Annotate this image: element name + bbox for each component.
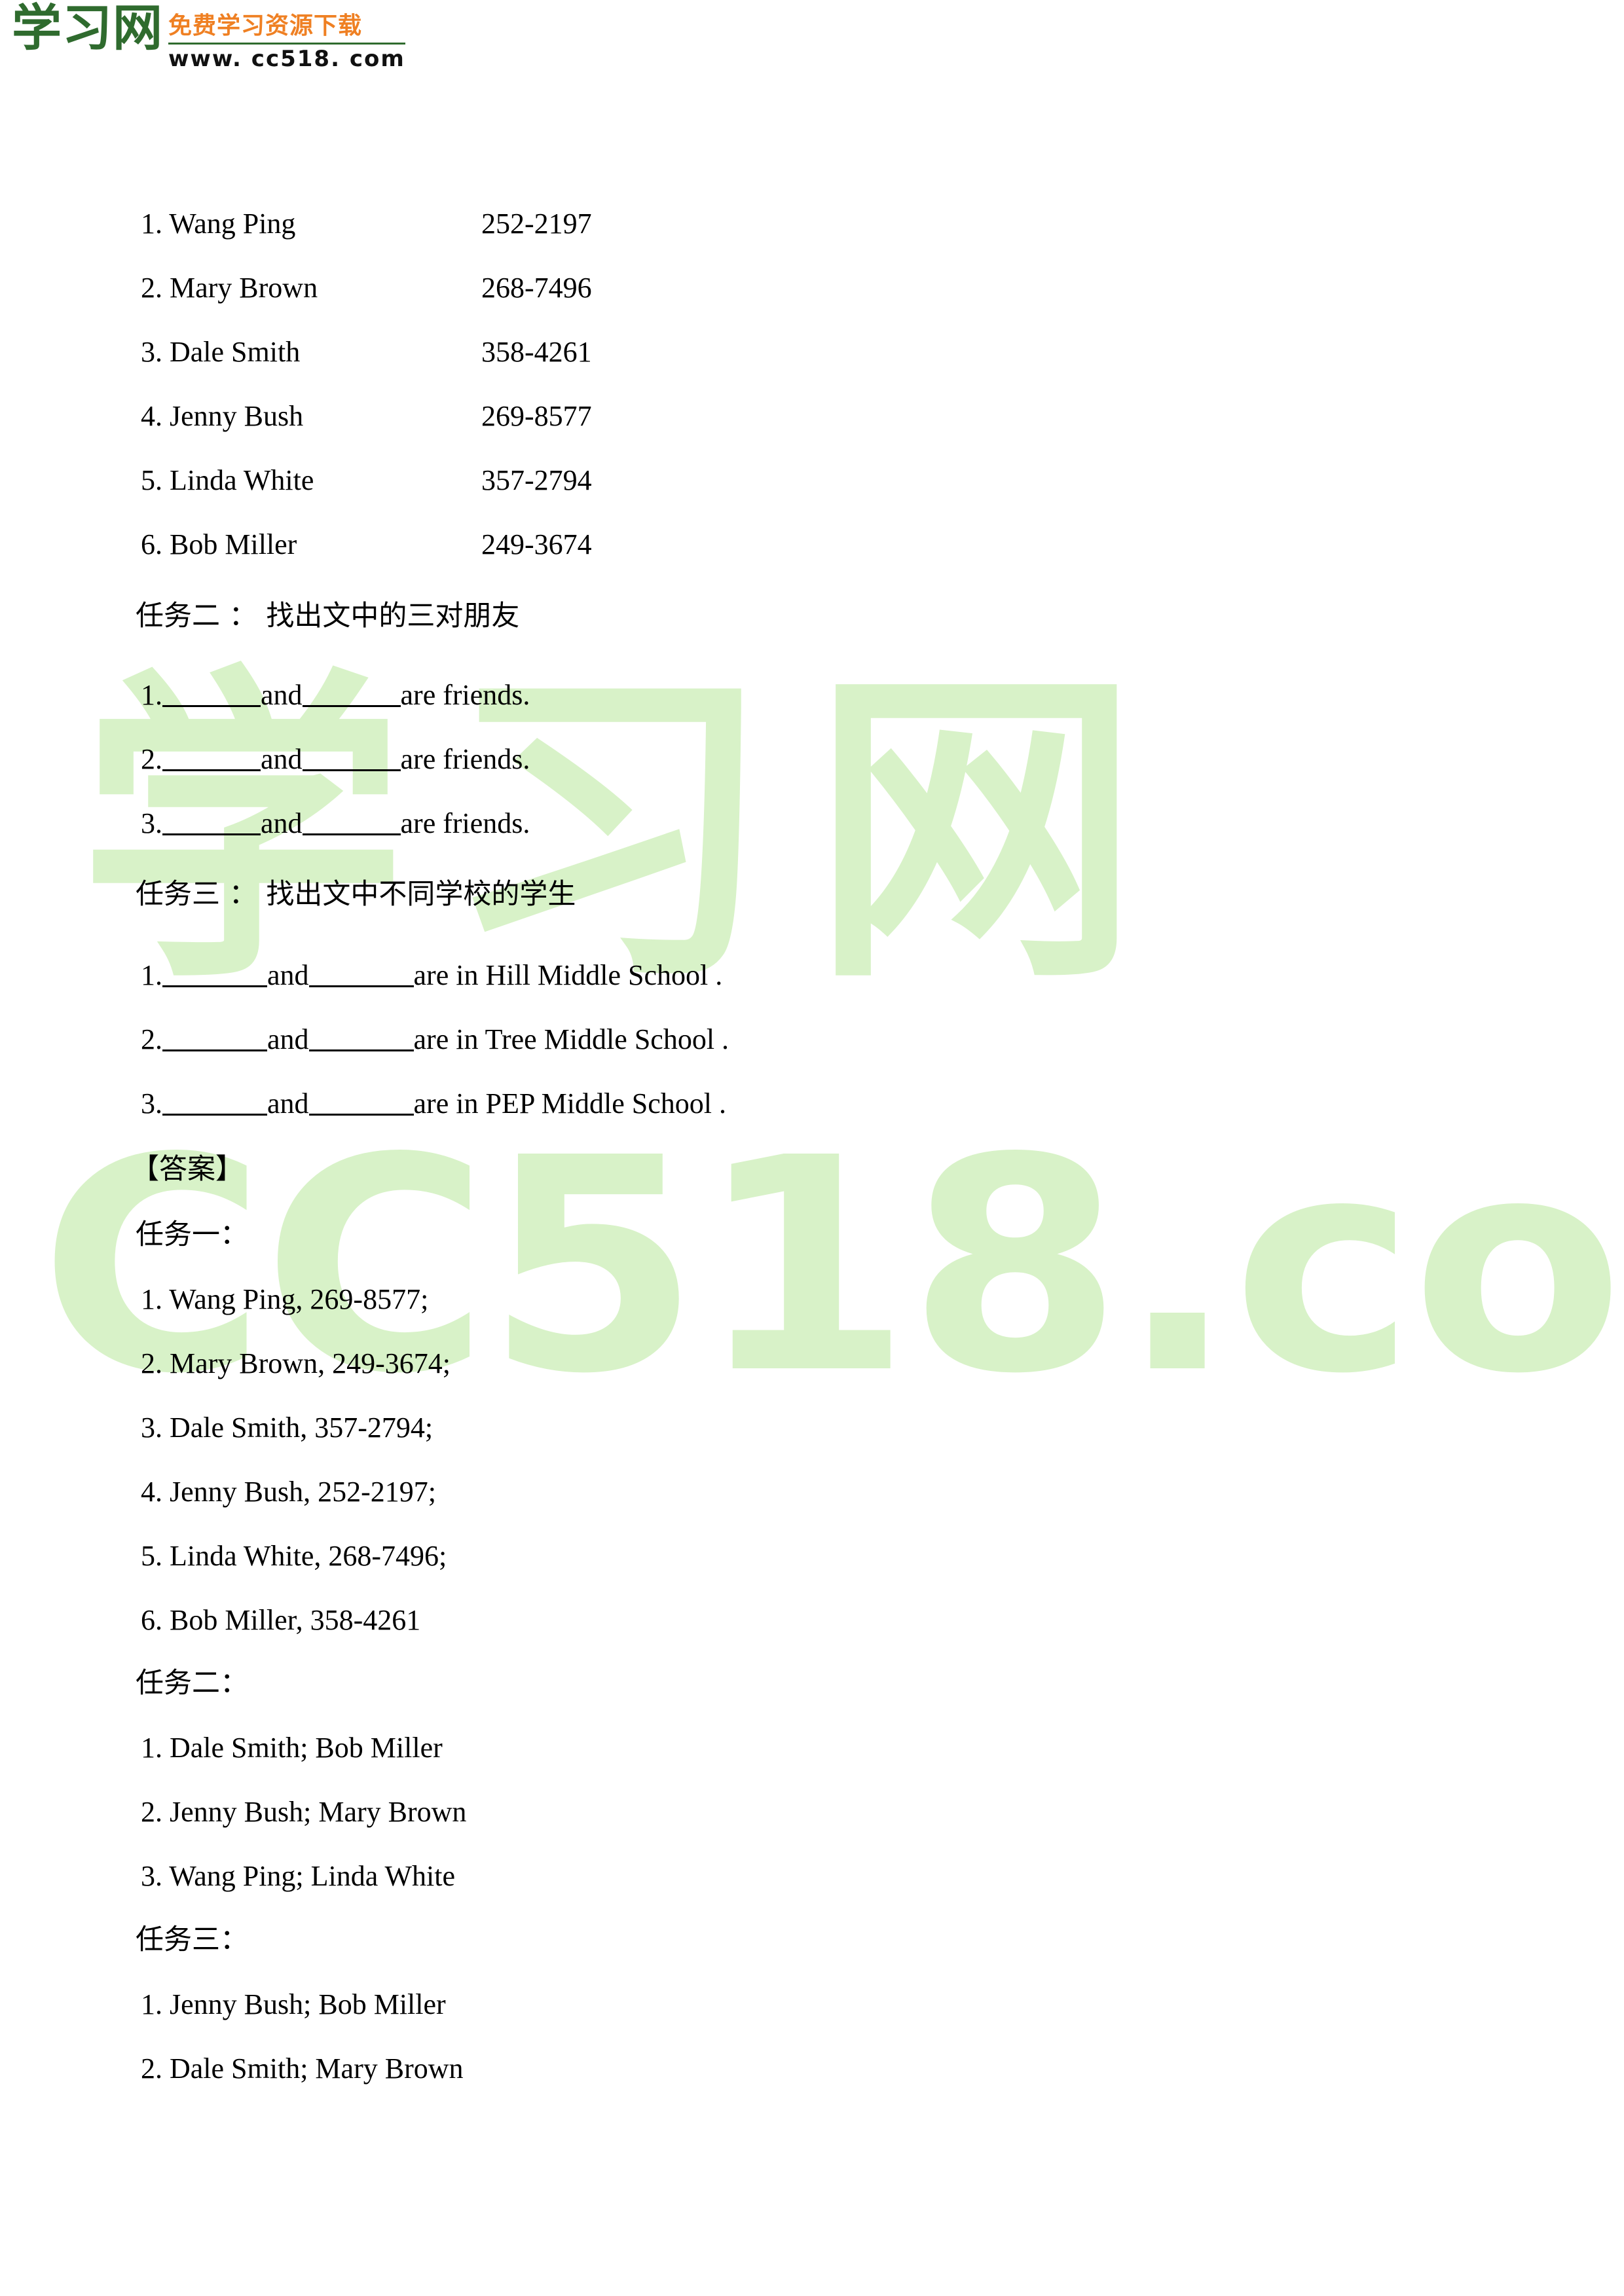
answers-task-three-label: 任务三：	[136, 1923, 248, 1956]
answer-item: 2. Dale Smith; Mary Brown	[141, 2052, 464, 2085]
answer-item: 5. Linda White, 268-7496;	[141, 1540, 447, 1572]
answer-blank[interactable]	[162, 985, 267, 987]
answer-blank[interactable]	[302, 705, 401, 707]
roster-name: 4. Jenny Bush	[141, 400, 304, 432]
roster-row: 4. Jenny Bush 269-8577	[141, 402, 592, 431]
item-conjunction: and	[267, 1087, 309, 1120]
roster-row: 1. Wang Ping 252-2197	[141, 210, 592, 238]
item-tail: are in PEP Middle School .	[413, 1087, 726, 1120]
answer-blank[interactable]	[308, 1114, 414, 1116]
item-number: 3.	[141, 1087, 162, 1120]
item-conjunction: and	[261, 743, 303, 775]
answer-item: 1. Jenny Bush; Bob Miller	[141, 1988, 446, 2020]
answer-item: 2. Mary Brown, 249-3674;	[141, 1347, 451, 1379]
item-conjunction: and	[267, 1023, 309, 1055]
answer-item: 3. Wang Ping; Linda White	[141, 1860, 456, 1892]
logo-divider	[168, 43, 405, 45]
answer-blank[interactable]	[162, 769, 261, 771]
answers-task-one-label: 任务一：	[136, 1218, 248, 1251]
roster-phone: 249-3674	[481, 528, 592, 560]
answer-blank[interactable]	[162, 1114, 267, 1116]
roster-name: 1. Wang Ping	[141, 208, 296, 240]
answer-item: 1. Wang Ping, 269-8577;	[141, 1283, 429, 1315]
answer-blank[interactable]	[162, 1049, 267, 1051]
site-logo: 学习网 免费学习资源下载 www. cc518. com	[12, 0, 405, 72]
item-tail: are friends.	[400, 807, 530, 839]
task-two-item: 2. and are friends.	[141, 745, 530, 774]
answer-blank[interactable]	[302, 769, 401, 771]
item-tail: are friends.	[400, 743, 530, 775]
roster-name: 5. Linda White	[141, 464, 314, 496]
item-number: 2.	[141, 1023, 162, 1055]
answers-task-two-label: 任务二：	[136, 1667, 248, 1700]
answer-blank[interactable]	[308, 1049, 414, 1051]
item-tail: are friends.	[400, 679, 530, 711]
roster-name: 2. Mary Brown	[141, 272, 318, 304]
roster-name: 6. Bob Miller	[141, 528, 297, 560]
item-tail: are in Hill Middle School .	[413, 959, 723, 991]
answer-blank[interactable]	[308, 985, 414, 987]
roster-phone: 252-2197	[481, 208, 592, 240]
roster-phone: 358-4261	[481, 336, 592, 368]
item-number: 2.	[141, 743, 162, 775]
item-number: 1.	[141, 679, 162, 711]
answer-blank[interactable]	[162, 705, 261, 707]
task-two-item: 3. and are friends.	[141, 809, 530, 838]
answer-item: 6. Bob Miller, 358-4261	[141, 1604, 421, 1636]
logo-tagline: 免费学习资源下载	[168, 12, 363, 39]
roster-row: 5. Linda White 357-2794	[141, 466, 592, 495]
item-conjunction: and	[267, 959, 309, 991]
roster-phone: 357-2794	[481, 464, 592, 496]
roster-name: 3. Dale Smith	[141, 336, 301, 368]
roster-row: 3. Dale Smith 358-4261	[141, 338, 592, 367]
roster-phone: 268-7496	[481, 272, 592, 304]
item-tail: are in Tree Middle School .	[413, 1023, 729, 1055]
answer-item: 1. Dale Smith; Bob Miller	[141, 1732, 443, 1764]
task-three-item: 3. and are in PEP Middle School .	[141, 1089, 726, 1118]
task-three-item: 1. and are in Hill Middle School .	[141, 961, 722, 990]
roster-row: 6. Bob Miller 249-3674	[141, 530, 592, 559]
logo-chinese-text: 学习网	[12, 0, 163, 57]
task-three-item: 2. and are in Tree Middle School .	[141, 1025, 729, 1054]
logo-text-block: 免费学习资源下载 www. cc518. com	[168, 4, 405, 72]
task-three-heading: 任务三 ： 找出文中不同学校的学生	[136, 878, 576, 911]
roster-row: 2. Mary Brown 268-7496	[141, 274, 592, 302]
task-two-heading: 任务二 ： 找出文中的三对朋友	[136, 600, 520, 632]
answer-blank[interactable]	[162, 833, 261, 835]
answer-blank[interactable]	[302, 833, 401, 835]
item-number: 3.	[141, 807, 162, 839]
task-two-item: 1. and are friends.	[141, 681, 530, 710]
answer-item: 3. Dale Smith, 357-2794;	[141, 1412, 434, 1444]
answer-item: 2. Jenny Bush; Mary Brown	[141, 1796, 467, 1828]
roster-phone: 269-8577	[481, 400, 592, 432]
item-conjunction: and	[261, 807, 303, 839]
answers-heading: 【答案】	[131, 1153, 244, 1186]
answer-item: 4. Jenny Bush, 252-2197;	[141, 1476, 436, 1508]
logo-url: www. cc518. com	[168, 46, 405, 72]
item-number: 1.	[141, 959, 162, 991]
item-conjunction: and	[261, 679, 303, 711]
